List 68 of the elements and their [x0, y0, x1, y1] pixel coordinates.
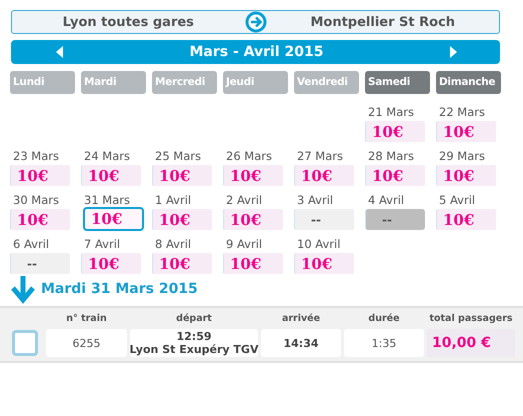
fare-button[interactable]: 10€ [152, 209, 212, 230]
column-header: départ [175, 312, 213, 326]
destination-station: Montpellier St Roch [309, 14, 456, 30]
day-date: 9 Avril [225, 237, 262, 252]
day-date: 23 Mars [12, 149, 59, 164]
day-date: 6 Avril [12, 237, 50, 252]
unavailable-day: -- [10, 253, 70, 274]
fare-button[interactable]: 10€ [223, 253, 283, 274]
unavailable-day: -- [294, 209, 354, 230]
weekday-header: Lundi [10, 71, 75, 94]
fare-button[interactable]: 10€ [10, 209, 70, 230]
weekday-header: Vendredi [294, 71, 359, 94]
weekday-header: Mercredi [152, 71, 217, 94]
weekday-header: Mardi [81, 71, 146, 94]
fare-button[interactable]: 10€ [223, 209, 283, 230]
total-price-cell: 10,00 € [427, 329, 515, 357]
next-button[interactable] [448, 45, 458, 59]
day-date: 27 Mars [296, 149, 343, 164]
fare-button[interactable]: 10€ [81, 165, 141, 186]
day-date: 22 Mars [438, 105, 485, 120]
day-date: 29 Mars [438, 149, 485, 164]
previous-button[interactable] [55, 45, 64, 59]
fare-button[interactable]: 10€ [436, 165, 496, 186]
weekday-header: Jeudi [223, 71, 288, 94]
fare-button[interactable]: 10€ [152, 165, 212, 186]
fare-button[interactable]: 10€ [294, 253, 354, 274]
day-date: 7 Avril [83, 237, 120, 252]
fare-button[interactable]: 10€ [10, 165, 70, 186]
day-date: 10 Avril [296, 237, 340, 252]
weekday-header: Samedi [365, 71, 430, 94]
day-date: 28 Mars [367, 149, 414, 164]
fare-button[interactable]: 10€ [152, 253, 212, 274]
day-date: 5 Avril [438, 193, 476, 208]
column-header: durée [367, 312, 401, 326]
arrival-cell: 14:34 [261, 329, 341, 357]
day-date: 31 Mars [83, 193, 130, 208]
departure-cell: 12:59 Lyon St Exupéry TGV [130, 329, 258, 357]
weekday-header: Dimanche [436, 71, 501, 94]
fare-button[interactable]: 10€ [223, 165, 283, 186]
day-date: 21 Mars [367, 105, 414, 120]
day-date: 3 Avril [296, 193, 334, 208]
column-header: total passagers [428, 312, 514, 326]
fare-button[interactable]: 10€ [365, 165, 425, 186]
day-date: 25 Mars [154, 149, 201, 164]
day-date: 30 Mars [12, 193, 59, 208]
day-date: 4 Avril [367, 193, 404, 208]
fare-button[interactable]: 10€ [436, 209, 496, 230]
unavailable-day: -- [365, 209, 425, 230]
day-date: 2 Avril [225, 193, 262, 208]
checkbox[interactable] [12, 330, 38, 356]
fare-button[interactable]: 10€ [81, 253, 141, 274]
day-date: 24 Mars [83, 149, 130, 164]
fare-button[interactable]: 10€ [294, 165, 354, 186]
fare-button[interactable]: 10€ [365, 121, 425, 142]
selected-date-heading: Mardi 31 Mars 2015 [41, 281, 198, 297]
month-title: Mars - Avril 2015 [190, 44, 324, 60]
column-header: arrivée [280, 312, 322, 326]
arrow-right-icon [244, 11, 266, 33]
day-date: 26 Mars [225, 149, 272, 164]
day-date: 8 Avril [154, 237, 192, 252]
duration-cell: 1:35 [344, 329, 424, 357]
origin-station: Lyon toutes gares [62, 14, 195, 30]
arrow-down-icon [9, 274, 37, 304]
fare-button[interactable]: 10€ [436, 121, 496, 142]
column-header: n° train [65, 312, 108, 326]
train-number-cell: 6255 [46, 329, 127, 357]
day-date: 1 Avril [154, 193, 192, 208]
fare-button[interactable]: 10€ [83, 207, 144, 231]
